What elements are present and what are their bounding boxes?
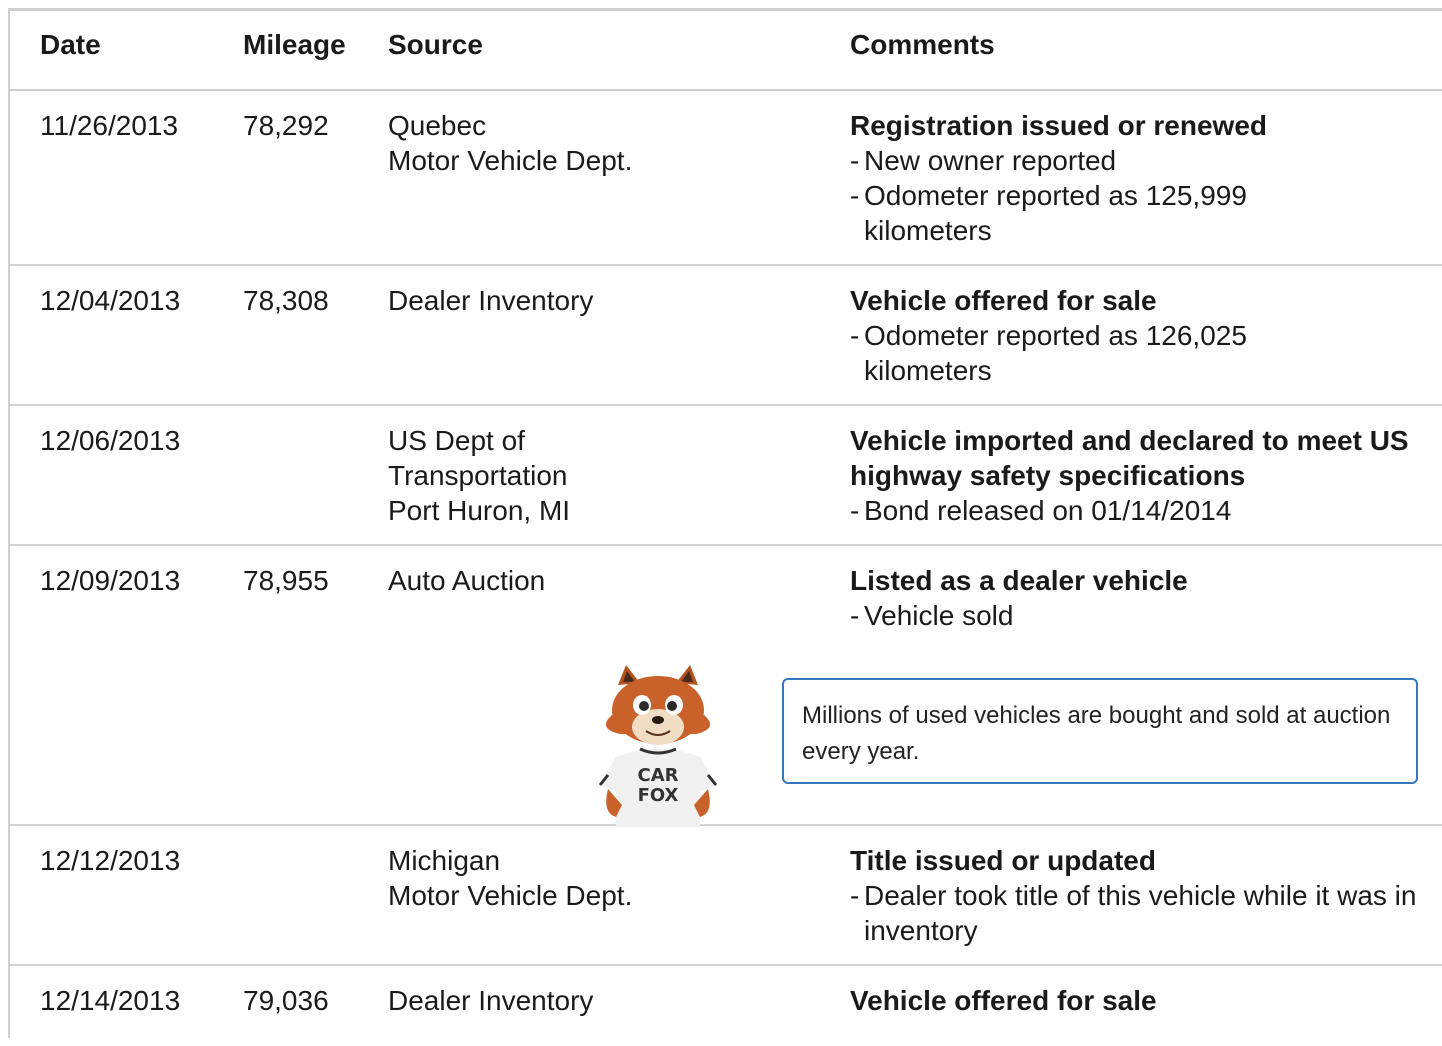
- comment-bullet: - New owner reported: [850, 145, 1117, 176]
- row-source: US Dept of Transportation Port Huron, MI: [388, 423, 808, 528]
- table-row: 12/14/2013 79,036 Dealer Inventory Vehic…: [10, 966, 1442, 1046]
- comment-title: Vehicle offered for sale: [850, 985, 1157, 1016]
- comment-bullet: - Bond released on 01/14/2014: [850, 495, 1232, 526]
- source-line: US Dept of: [388, 425, 525, 456]
- comment-bullet: - Dealer took title of this vehicle while…: [850, 880, 1417, 946]
- row-comments: Vehicle offered for sale - Odometer repor…: [850, 283, 1430, 388]
- comment-title: Vehicle imported and declared to meet US…: [850, 425, 1409, 491]
- header-date: Date: [40, 29, 101, 60]
- table-row: 12/12/2013 Michigan Motor Vehicle Dept. …: [10, 826, 1442, 966]
- row-comments: Listed as a dealer vehicle - Vehicle sold: [850, 563, 1430, 633]
- shirt-text-car: CAR: [637, 765, 678, 786]
- comment-bullet: - Odometer reported as 125,999 kilometers: [850, 180, 1247, 246]
- row-comments: Vehicle imported and declared to meet US…: [850, 423, 1440, 528]
- comment-bullet: - Vehicle sold: [850, 600, 1014, 631]
- source-line: Dealer Inventory: [388, 285, 594, 316]
- comment-bullet: - Odometer reported as 126,025 kilometers: [850, 320, 1247, 386]
- carfox-mascot-image: CAR FOX: [598, 665, 718, 827]
- vehicle-history-table: Date Mileage Source Comments 11/26/2013 …: [8, 8, 1442, 1038]
- row-source: Michigan Motor Vehicle Dept.: [388, 843, 808, 913]
- source-line: Dealer Inventory: [388, 985, 594, 1016]
- row-mileage: 79,036: [243, 985, 329, 1016]
- row-comments: Registration issued or renewed - New owne…: [850, 108, 1430, 248]
- table-row: 12/06/2013 US Dept of Transportation Por…: [10, 406, 1442, 546]
- comment-title: Listed as a dealer vehicle: [850, 565, 1188, 596]
- row-comments: Vehicle offered for sale: [850, 983, 1430, 1018]
- source-line: Motor Vehicle Dept.: [388, 880, 633, 911]
- row-mileage: 78,955: [243, 565, 329, 596]
- comment-title: Title issued or updated: [850, 845, 1156, 876]
- auction-tip-callout: Millions of used vehicles are bought and…: [782, 678, 1418, 784]
- row-date: 12/09/2013: [40, 565, 181, 596]
- row-source: Auto Auction: [388, 563, 808, 598]
- row-source: Dealer Inventory: [388, 983, 808, 1018]
- source-line: Transportation: [388, 460, 568, 491]
- row-date: 11/26/2013: [40, 110, 179, 141]
- table-row: 11/26/2013 78,292 Quebec Motor Vehicle D…: [10, 91, 1442, 266]
- table-row: 12/04/2013 78,308 Dealer Inventory Vehic…: [10, 266, 1442, 406]
- row-comments: Title issued or updated - Dealer took tit…: [850, 843, 1420, 948]
- header-comments: Comments: [850, 29, 995, 60]
- row-date: 12/14/2013: [40, 985, 181, 1016]
- shirt-text-fox: FOX: [638, 785, 679, 806]
- row-date: 12/12/2013: [40, 845, 181, 876]
- header-source: Source: [388, 29, 483, 60]
- tip-text: Millions of used vehicles are bought and…: [802, 702, 1391, 765]
- source-line: Auto Auction: [388, 565, 546, 596]
- header-mileage: Mileage: [243, 29, 346, 60]
- row-mileage: 78,308: [243, 285, 329, 316]
- comment-title: Registration issued or renewed: [850, 110, 1267, 141]
- row-date: 12/04/2013: [40, 285, 181, 316]
- source-line: Motor Vehicle Dept.: [388, 145, 633, 176]
- table-header: Date Mileage Source Comments: [10, 11, 1442, 91]
- row-date: 12/06/2013: [40, 425, 181, 456]
- row-source: Quebec Motor Vehicle Dept.: [388, 108, 808, 178]
- source-line: Quebec: [388, 110, 487, 141]
- source-line: Michigan: [388, 845, 501, 876]
- row-source: Dealer Inventory: [388, 283, 808, 318]
- comment-title: Vehicle offered for sale: [850, 285, 1157, 316]
- source-line: Port Huron, MI: [388, 495, 571, 526]
- row-mileage: 78,292: [243, 110, 329, 141]
